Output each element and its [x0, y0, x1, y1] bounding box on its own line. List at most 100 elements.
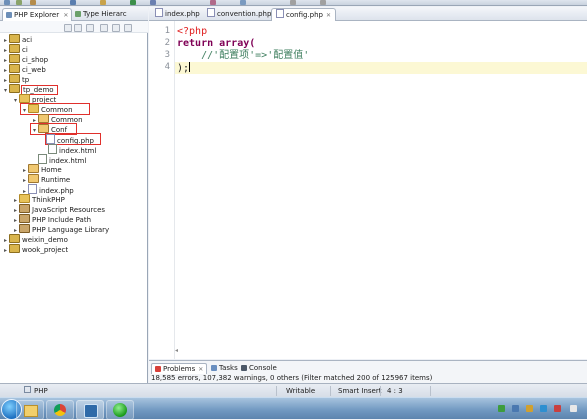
- toolbar-open-type-icon[interactable]: [240, 0, 246, 5]
- tray-icon[interactable]: [570, 405, 577, 412]
- tree-item-aci[interactable]: ▸ aci: [2, 34, 32, 44]
- toolbar-search-icon[interactable]: [100, 0, 106, 5]
- tab-php-explorer[interactable]: PHP Explorer ✕: [2, 8, 73, 21]
- library-icon: [19, 204, 30, 213]
- tree-item-conf-index-html[interactable]: index.html: [48, 144, 96, 155]
- tray-icon[interactable]: [540, 405, 547, 412]
- toolbar-forward-icon[interactable]: [320, 0, 326, 5]
- tree-item-label: Common: [41, 106, 73, 114]
- tree-item-weixin-demo[interactable]: ▸ weixin_demo: [2, 234, 68, 244]
- tree-item-tp-demo[interactable]: ▾ tp_demo: [2, 84, 58, 96]
- editor-scroll-indicator[interactable]: ◂: [175, 347, 585, 357]
- tree-item-config-php[interactable]: config.php: [45, 133, 101, 145]
- tree-item-javascript-resources[interactable]: ▸ JavaScript Resources: [12, 204, 105, 214]
- collapse-icon[interactable]: ▾: [31, 126, 38, 136]
- tree-item-index-php[interactable]: ▸ index.php: [21, 184, 74, 195]
- tab-console[interactable]: Console: [241, 363, 277, 373]
- code-line-1[interactable]: <?php: [177, 26, 207, 38]
- code-editor: index.php convention.php config.php ✕ 1 2…: [149, 7, 587, 359]
- editor-tab-config-php[interactable]: config.php ✕: [271, 8, 336, 21]
- package-icon: [28, 164, 39, 173]
- perspective-indicator[interactable]: PHP: [24, 384, 48, 398]
- toolbar-debug-icon[interactable]: [70, 0, 76, 5]
- collapse-all-icon[interactable]: [100, 24, 108, 32]
- tray-icon[interactable]: [498, 405, 505, 412]
- tab-type-hierarchy[interactable]: Type Hierarc: [72, 8, 130, 20]
- tree-item-php-language-library[interactable]: ▸ PHP Language Library: [12, 224, 109, 234]
- tree-item-tp[interactable]: ▸ tp: [2, 74, 29, 84]
- editor-tab-convention-php[interactable]: convention.php: [203, 8, 275, 20]
- php-file-icon: [276, 9, 284, 18]
- tab-tasks[interactable]: Tasks: [211, 363, 238, 373]
- toolbar-print-icon[interactable]: [30, 0, 36, 5]
- project-icon: [9, 244, 20, 253]
- tree-item-ci-web[interactable]: ▸ ci_web: [2, 64, 46, 74]
- collapse-icon[interactable]: ▾: [21, 106, 28, 116]
- line-number: 2: [164, 38, 170, 48]
- taskbar-explorer-button[interactable]: [16, 400, 44, 420]
- code-line-2[interactable]: return array(: [177, 38, 255, 50]
- library-icon: [19, 214, 30, 223]
- php-explorer-icon: [6, 12, 12, 18]
- tab-problems[interactable]: Problems ✕: [151, 363, 208, 374]
- tray-icon[interactable]: [526, 405, 533, 412]
- tray-icon[interactable]: [512, 405, 519, 412]
- project-icon: [9, 54, 20, 63]
- expand-icon[interactable]: ▸: [2, 246, 9, 256]
- view-menu-icon[interactable]: [124, 24, 132, 32]
- project-icon: [9, 64, 20, 73]
- toolbar-external-icon[interactable]: [150, 0, 156, 5]
- tree-item-label: project: [32, 96, 57, 104]
- writable-status: Writable: [286, 387, 316, 395]
- collapse-icon[interactable]: ▾: [12, 96, 19, 106]
- tree-item-label: ci_web: [22, 66, 46, 74]
- tasks-icon: [211, 365, 217, 371]
- code-line-3[interactable]: //'配置项'=>'配置值': [177, 50, 309, 62]
- tree-item-ci-shop[interactable]: ▸ ci_shop: [2, 54, 48, 64]
- folder-icon: [28, 104, 39, 113]
- toolbar-save-icon[interactable]: [16, 0, 22, 5]
- tree-item-php-include-path[interactable]: ▸ PHP Include Path: [12, 214, 91, 224]
- tree-item-runtime[interactable]: ▸ Runtime: [21, 174, 70, 184]
- toolbar-run-icon[interactable]: [130, 0, 136, 5]
- tree-item-common-index-html[interactable]: index.html: [38, 154, 86, 165]
- tree-item-home[interactable]: ▸ Home: [21, 164, 62, 174]
- toolbar-new-icon[interactable]: [4, 0, 10, 5]
- status-separator: [330, 386, 331, 396]
- tree-item-label: aci: [22, 36, 33, 44]
- up-icon[interactable]: [86, 24, 94, 32]
- perspective-label: PHP: [34, 387, 48, 395]
- forward-icon[interactable]: [74, 24, 82, 32]
- tree-item-wook-project[interactable]: ▸ wook_project: [2, 244, 68, 254]
- tree-item-project[interactable]: ▾ project: [12, 94, 56, 104]
- folder-icon: [24, 405, 38, 417]
- tree-item-common-folder[interactable]: ▾ Common: [20, 103, 90, 116]
- project-icon: [9, 234, 20, 243]
- back-icon[interactable]: [64, 24, 72, 32]
- tree-item-thinkphp[interactable]: ▸ ThinkPHP: [12, 194, 65, 204]
- taskbar-zend-button[interactable]: [76, 400, 104, 420]
- line-number: 1: [164, 26, 170, 36]
- toolbar-class-icon[interactable]: [210, 0, 216, 5]
- taskbar-chrome-button[interactable]: [46, 400, 74, 420]
- taskbar-app-button[interactable]: [106, 400, 134, 420]
- code-line-4-current[interactable]: );: [175, 62, 587, 74]
- tray-icon[interactable]: [554, 405, 561, 412]
- insert-mode-status[interactable]: Smart Insert: [338, 384, 381, 398]
- return-keyword: return: [177, 38, 214, 49]
- tab-php-explorer-label: PHP Explorer: [14, 11, 60, 19]
- project-icon: [9, 84, 20, 93]
- editor-tab-index-php[interactable]: index.php: [151, 8, 204, 20]
- tree-item-label: Runtime: [41, 176, 71, 184]
- close-icon[interactable]: ✕: [63, 12, 68, 19]
- tree-item-common-package[interactable]: ▸ Common: [31, 114, 83, 124]
- tree-item-ci[interactable]: ▸ ci: [2, 44, 28, 54]
- link-with-editor-icon[interactable]: [112, 24, 120, 32]
- tree-item-label: Home: [41, 166, 62, 174]
- toolbar-back-icon[interactable]: [290, 0, 296, 5]
- close-icon[interactable]: ✕: [198, 366, 203, 373]
- collapse-icon[interactable]: ▾: [2, 86, 9, 96]
- close-icon[interactable]: ✕: [326, 12, 331, 19]
- tree-item-conf[interactable]: ▾ Conf: [30, 123, 77, 136]
- folder-icon: [19, 194, 30, 203]
